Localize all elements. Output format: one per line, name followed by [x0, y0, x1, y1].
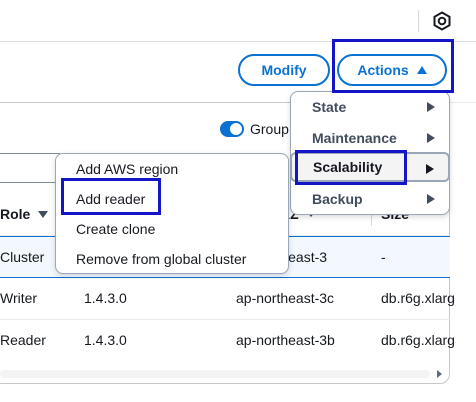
- menu-item-backup[interactable]: Backup: [291, 184, 449, 214]
- actions-button[interactable]: Actions: [337, 54, 447, 86]
- cell-az: ap-northeast-3b: [236, 332, 335, 348]
- submenu-item-create-clone[interactable]: Create clone: [76, 221, 155, 237]
- actions-dropdown-menu: State Maintenance Scalability Backup: [290, 91, 450, 215]
- caret-right-icon: [427, 133, 435, 143]
- column-header-role-label: Role: [0, 206, 31, 222]
- toggle-switch[interactable]: [220, 121, 244, 137]
- caret-up-icon: [416, 66, 427, 74]
- menu-item-scalability[interactable]: Scalability: [290, 152, 450, 182]
- top-navigation-bar: [0, 0, 476, 42]
- submenu-item-remove-from-global-cluster[interactable]: Remove from global cluster: [76, 251, 246, 267]
- cell-size: db.r6g.xlarg: [381, 332, 455, 348]
- sort-icon[interactable]: [38, 210, 49, 218]
- column-header-role[interactable]: Role: [0, 206, 49, 222]
- help-hexagon-icon[interactable]: [428, 8, 456, 34]
- cell-version: 1.4.3.0: [84, 290, 127, 306]
- menu-item-label: Scalability: [313, 159, 383, 175]
- modify-button-label: Modify: [261, 62, 307, 78]
- table-row[interactable]: Reader 1.4.3.0 ap-northeast-3b db.r6g.xl…: [0, 320, 455, 362]
- modify-button[interactable]: Modify: [238, 54, 330, 86]
- menu-item-label: Maintenance: [312, 130, 397, 146]
- submenu-item-add-reader[interactable]: Add reader: [76, 191, 145, 207]
- group-toggle-label: Group: [250, 121, 289, 137]
- help-hexagon-icon: [433, 11, 451, 31]
- cell-role: Reader: [0, 332, 46, 348]
- scalability-submenu: Add AWS region Add reader Create clone R…: [55, 153, 289, 274]
- menu-item-maintenance[interactable]: Maintenance: [291, 123, 449, 153]
- scroll-right-icon[interactable]: [437, 370, 442, 378]
- cell-size: -: [381, 249, 386, 265]
- cell-size: db.r6g.xlarg: [381, 290, 455, 306]
- caret-right-icon: [426, 164, 434, 174]
- horizontal-scrollbar[interactable]: [0, 366, 450, 382]
- menu-item-label: Backup: [312, 191, 363, 207]
- cell-role: Writer: [0, 290, 38, 306]
- caret-right-icon: [427, 194, 435, 204]
- group-toggle[interactable]: Group: [220, 121, 289, 137]
- actions-button-label: Actions: [357, 62, 409, 78]
- cell-az: ap-northeast-3c: [236, 290, 335, 306]
- table-row[interactable]: Writer 1.4.3.0 ap-northeast-3c db.r6g.xl…: [0, 278, 455, 320]
- menu-item-label: State: [312, 99, 347, 115]
- scrollbar-track[interactable]: [0, 370, 430, 378]
- divider: [418, 10, 419, 32]
- caret-right-icon: [427, 102, 435, 112]
- menu-item-state[interactable]: State: [291, 92, 449, 122]
- submenu-item-add-aws-region[interactable]: Add AWS region: [76, 161, 178, 177]
- cell-version: 1.4.3.0: [84, 332, 127, 348]
- cell-role: Cluster: [0, 249, 45, 265]
